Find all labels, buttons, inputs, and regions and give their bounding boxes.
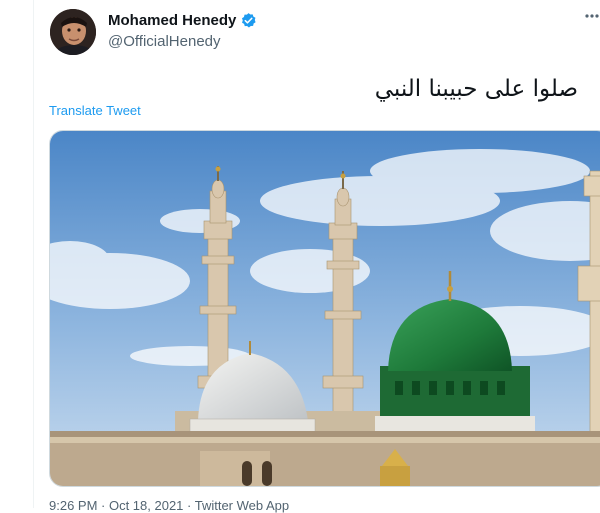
mosque-photo (50, 131, 600, 486)
author-row: Mohamed Henedy (108, 12, 257, 29)
author-name[interactable]: Mohamed Henedy (108, 12, 236, 29)
avatar-image (50, 9, 96, 55)
tweet-text: صلوا على حبيبنا النبي (374, 76, 578, 102)
verified-badge-icon (240, 12, 257, 29)
avatar[interactable] (50, 9, 96, 55)
more-options-icon[interactable] (585, 9, 599, 28)
tweet-timestamp[interactable]: 9:26 PM · Oct 18, 2021 · Twitter Web App (49, 498, 289, 513)
timeline-divider (33, 0, 34, 508)
tweet-media-image[interactable] (49, 130, 600, 487)
translate-tweet-link[interactable]: Translate Tweet (49, 103, 141, 118)
author-handle[interactable]: @OfficialHenedy (108, 33, 221, 50)
